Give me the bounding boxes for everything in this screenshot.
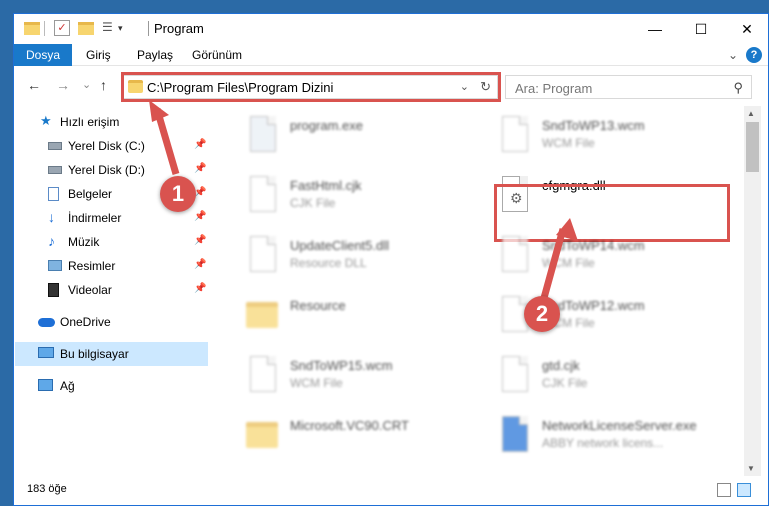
arrow-1-head xyxy=(149,100,169,122)
step-1-badge: 1 xyxy=(160,176,196,212)
arrow-2-shaft xyxy=(540,228,567,299)
annotation-arrows xyxy=(149,100,578,299)
explorer-window: ✓ ☰ ▾ Program — ☐ ✕ Dosya Giriş Paylaş G… xyxy=(13,13,769,506)
step-2-badge: 2 xyxy=(524,296,560,332)
